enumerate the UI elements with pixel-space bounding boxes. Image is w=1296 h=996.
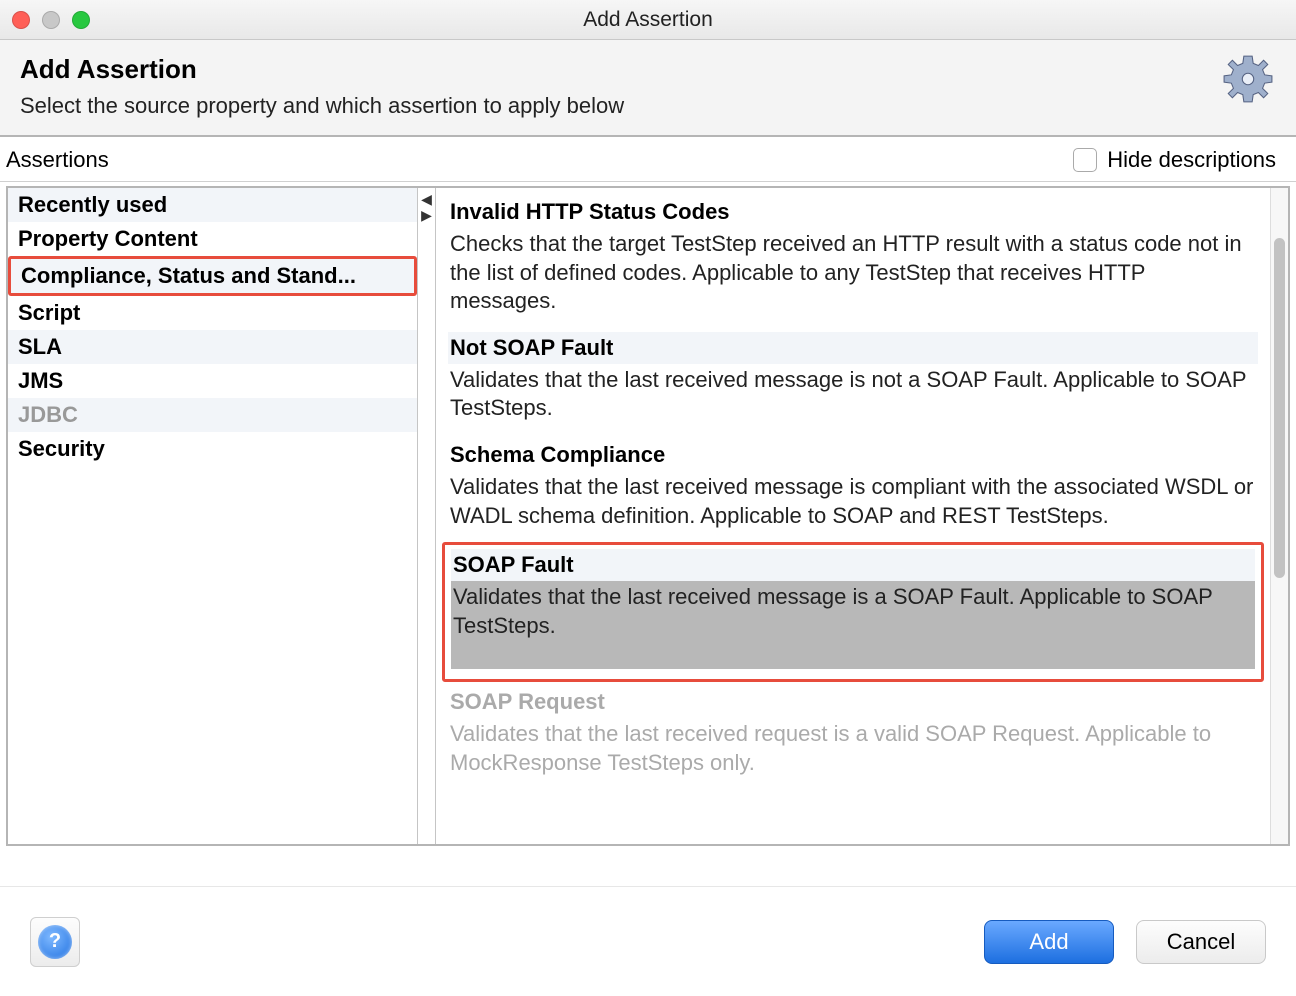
- assertions-label: Assertions: [6, 147, 109, 173]
- category-compliance[interactable]: Compliance, Status and Stand...: [8, 256, 417, 296]
- dialog-header: Add Assertion Select the source property…: [0, 40, 1296, 137]
- pane-splitter[interactable]: ◀ ▶: [418, 188, 436, 844]
- window-controls: [12, 11, 90, 29]
- add-button[interactable]: Add: [984, 920, 1114, 964]
- category-property-content[interactable]: Property Content: [8, 222, 417, 256]
- assertion-soap-fault[interactable]: SOAP Fault Validates that the last recei…: [442, 542, 1264, 682]
- assertion-title: Invalid HTTP Status Codes: [448, 196, 1258, 228]
- cancel-button[interactable]: Cancel: [1136, 920, 1266, 964]
- dialog-subtitle: Select the source property and which ass…: [20, 93, 624, 119]
- hide-descriptions-toggle[interactable]: Hide descriptions: [1073, 147, 1276, 173]
- category-security[interactable]: Security: [8, 432, 417, 466]
- titlebar: Add Assertion: [0, 0, 1296, 40]
- assertion-description: Validates that the last received message…: [448, 364, 1258, 425]
- minimize-window-button[interactable]: [42, 11, 60, 29]
- category-jdbc[interactable]: JDBC: [8, 398, 417, 432]
- category-sla[interactable]: SLA: [8, 330, 417, 364]
- content-panes: Recently used Property Content Complianc…: [6, 186, 1290, 846]
- header-text: Add Assertion Select the source property…: [20, 54, 624, 119]
- category-list: Recently used Property Content Complianc…: [8, 188, 417, 466]
- assertion-title: SOAP Request: [448, 686, 1258, 718]
- gear-icon: [1222, 53, 1274, 111]
- category-script[interactable]: Script: [8, 296, 417, 330]
- assertion-schema-compliance[interactable]: Schema Compliance Validates that the las…: [442, 435, 1264, 542]
- assertion-description: Validates that the last received request…: [448, 718, 1258, 779]
- assertion-not-soap-fault[interactable]: Not SOAP Fault Validates that the last r…: [442, 328, 1264, 435]
- category-pane: Recently used Property Content Complianc…: [8, 188, 418, 844]
- footer-buttons: Add Cancel: [984, 920, 1266, 964]
- assertions-toolbar: Assertions Hide descriptions: [0, 137, 1296, 182]
- assertion-title: SOAP Fault: [451, 549, 1255, 581]
- assertion-soap-request[interactable]: SOAP Request Validates that the last rec…: [442, 682, 1264, 789]
- help-icon: ?: [38, 925, 72, 959]
- assertion-description: Validates that the last received message…: [448, 471, 1258, 532]
- arrow-right-icon: ▶: [421, 208, 432, 222]
- assertion-title: Schema Compliance: [448, 439, 1258, 471]
- arrow-left-icon: ◀: [421, 192, 432, 206]
- assertion-list: Invalid HTTP Status Codes Checks that th…: [436, 188, 1270, 844]
- scrollbar-thumb[interactable]: [1274, 238, 1285, 578]
- dialog-footer: ? Add Cancel: [0, 886, 1296, 996]
- help-button[interactable]: ?: [30, 917, 80, 967]
- category-jms[interactable]: JMS: [8, 364, 417, 398]
- assertion-description: Checks that the target TestStep received…: [448, 228, 1258, 318]
- assertion-pane: Invalid HTTP Status Codes Checks that th…: [436, 188, 1288, 844]
- dialog-title: Add Assertion: [20, 54, 624, 85]
- category-recently-used[interactable]: Recently used: [8, 188, 417, 222]
- vertical-scrollbar[interactable]: [1270, 188, 1288, 844]
- zoom-window-button[interactable]: [72, 11, 90, 29]
- assertion-title: Not SOAP Fault: [448, 332, 1258, 364]
- assertion-invalid-http-status[interactable]: Invalid HTTP Status Codes Checks that th…: [442, 192, 1264, 328]
- window-title: Add Assertion: [583, 8, 713, 32]
- hide-descriptions-label: Hide descriptions: [1107, 147, 1276, 173]
- close-window-button[interactable]: [12, 11, 30, 29]
- settings-button[interactable]: [1220, 54, 1276, 110]
- assertion-description: Validates that the last received message…: [451, 581, 1255, 669]
- checkbox-icon: [1073, 148, 1097, 172]
